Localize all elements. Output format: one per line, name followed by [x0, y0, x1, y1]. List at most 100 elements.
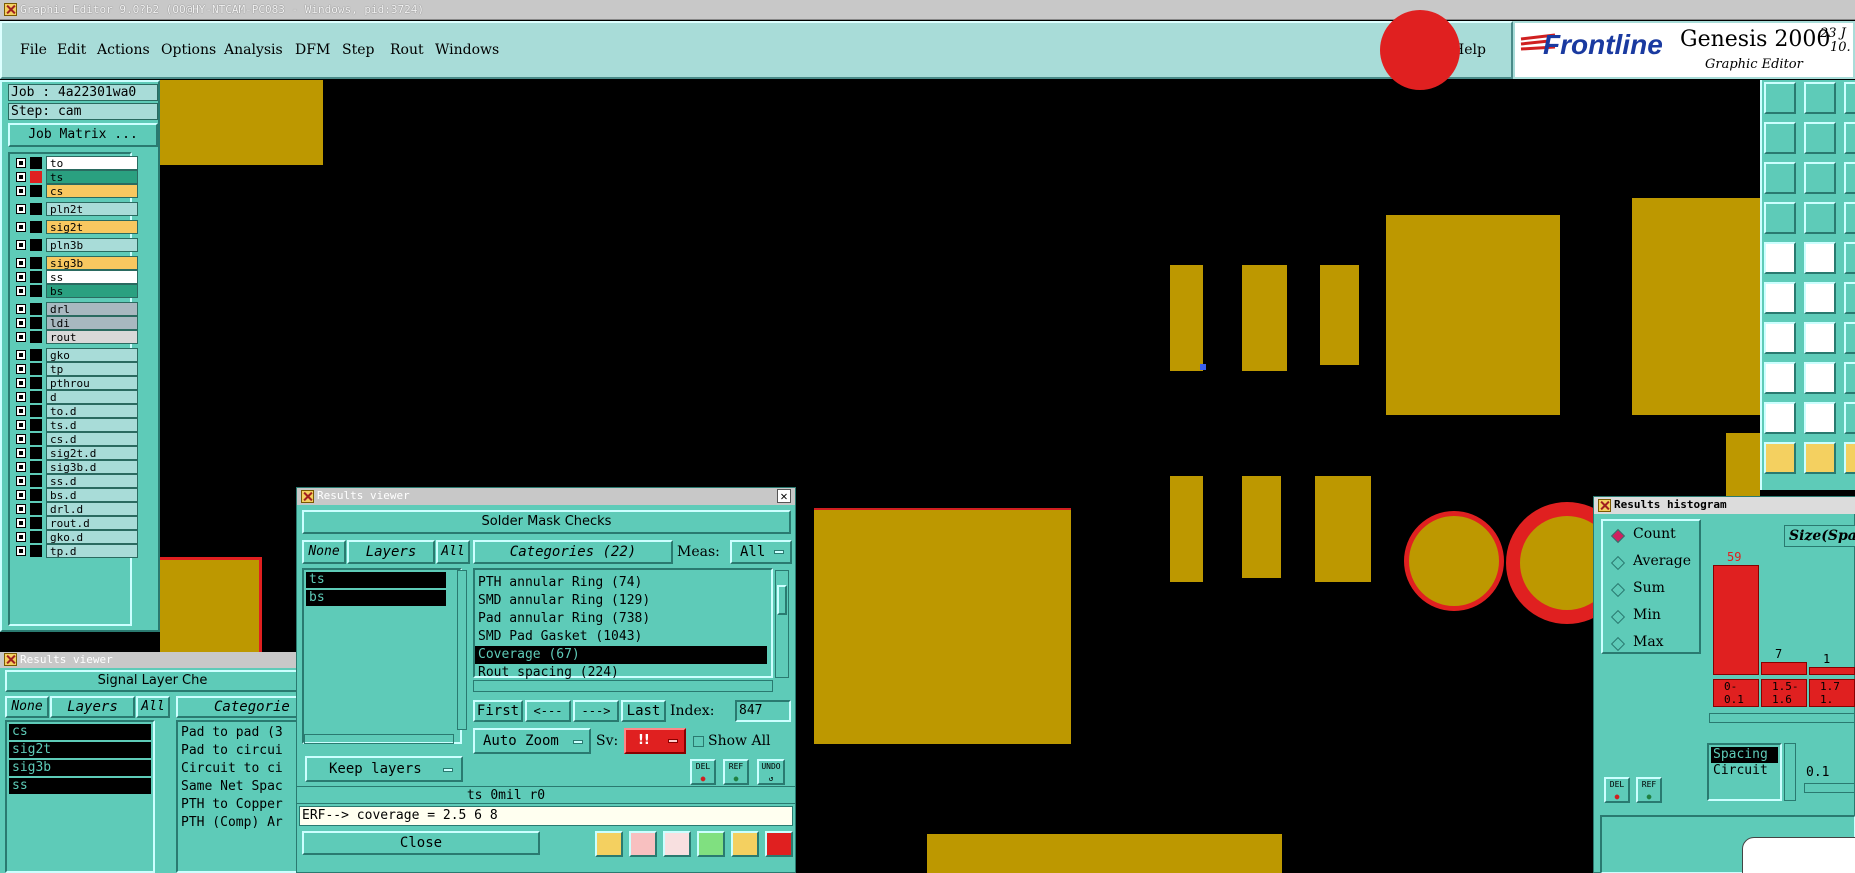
layer-name[interactable]: gko	[46, 348, 138, 362]
layer-name[interactable]: ldi	[46, 316, 138, 330]
layer-up-icon[interactable]	[1764, 82, 1796, 114]
category-list[interactable]: PTH annular Ring (74) SMD annular Ring (…	[473, 568, 773, 680]
layer-color-swatch[interactable]	[30, 475, 42, 487]
layer-name[interactable]: drl.d	[46, 502, 138, 516]
ref-button[interactable]: REF ●	[1636, 777, 1662, 803]
camera-icon[interactable]	[1764, 242, 1796, 274]
layer-color-swatch[interactable]	[30, 461, 42, 473]
layer-name[interactable]: ss.d	[46, 474, 138, 488]
histogram-icon[interactable]	[765, 831, 793, 857]
layer-down-icon[interactable]	[1804, 82, 1836, 114]
layer-row-drl[interactable]: drl	[12, 302, 138, 316]
layer-name[interactable]: tp.d	[46, 544, 138, 558]
layer-row-sig3b[interactable]: sig3b	[12, 256, 138, 270]
layer-row-sig2t[interactable]: sig2t	[12, 220, 138, 234]
radio-count[interactable]	[1610, 528, 1626, 544]
layer-name[interactable]: gko.d	[46, 530, 138, 544]
layer-color-swatch[interactable]	[30, 405, 42, 417]
layer-name[interactable]: ss	[46, 270, 138, 284]
layer-name[interactable]: to.d	[46, 404, 138, 418]
layer-row-drl-d[interactable]: drl.d	[12, 502, 138, 516]
layer-checkbox[interactable]	[16, 420, 26, 430]
layer-list-hscrollbar[interactable]	[304, 734, 454, 744]
layer-checkbox[interactable]	[16, 158, 26, 168]
list-item-selected[interactable]: Coverage (67)	[475, 646, 767, 664]
layer-color-swatch[interactable]	[30, 363, 42, 375]
list-item[interactable]: Pad to circui	[178, 742, 298, 760]
layer-row-ts[interactable]: ts	[12, 170, 138, 184]
nodes-icon[interactable]	[1764, 282, 1796, 314]
layer-color-swatch[interactable]	[30, 171, 42, 183]
layer-row-sig2t-d[interactable]: sig2t.d	[12, 446, 138, 460]
layer-checkbox[interactable]	[16, 318, 26, 328]
layer-color-swatch[interactable]	[30, 517, 42, 529]
auto-zoom-dropdown[interactable]: Auto Zoom	[473, 728, 591, 754]
move-left-icon[interactable]	[1764, 122, 1796, 154]
layer-checkbox[interactable]	[16, 378, 26, 388]
layer-color-swatch[interactable]	[30, 203, 42, 215]
layer-row-ss-d[interactable]: ss.d	[12, 474, 138, 488]
exit-icon[interactable]	[629, 831, 657, 857]
layer-color-swatch[interactable]	[30, 185, 42, 197]
radio-min[interactable]	[1610, 609, 1626, 625]
layer-list-scrollbar[interactable]	[457, 570, 467, 730]
radio-max[interactable]	[1610, 636, 1626, 652]
zoom-fit-icon[interactable]	[1764, 162, 1796, 194]
layer-name[interactable]: bs	[46, 284, 138, 298]
next-button[interactable]: --->	[573, 700, 619, 722]
tool-icon[interactable]	[1844, 82, 1855, 114]
layer-color-swatch[interactable]	[30, 377, 42, 389]
list-item[interactable]: cs	[9, 724, 151, 740]
layer-name[interactable]: sig2t.d	[46, 446, 138, 460]
scale-slider[interactable]	[1804, 783, 1855, 793]
layer-color-swatch[interactable]	[30, 303, 42, 315]
move-right-icon[interactable]	[1804, 122, 1836, 154]
list-item[interactable]: PTH (Comp) Ar	[178, 814, 298, 832]
layers-button[interactable]: Layers	[50, 696, 135, 718]
layer-color-swatch[interactable]	[30, 489, 42, 501]
triangle-outline-icon[interactable]	[1804, 402, 1836, 434]
none-button[interactable]: None	[5, 696, 49, 718]
layer-color-swatch[interactable]	[30, 503, 42, 515]
layer-row-bs[interactable]: bs	[12, 284, 138, 298]
layer-checkbox[interactable]	[16, 462, 26, 472]
list-item[interactable]: PTH to Copper	[178, 796, 298, 814]
layer-checkbox[interactable]	[16, 546, 26, 556]
categories-header[interactable]: Categorie	[176, 696, 300, 718]
layer-row-d[interactable]: d	[12, 390, 138, 404]
zoom-area-icon[interactable]	[1804, 162, 1836, 194]
list-item[interactable]: sig2t	[9, 742, 151, 758]
tool-icon[interactable]	[1844, 122, 1855, 154]
layer-results-list[interactable]: ts bs	[302, 568, 462, 744]
layer-color-swatch[interactable]	[30, 317, 42, 329]
menu-analysis[interactable]: Analysis	[224, 42, 283, 58]
layer-name[interactable]: to	[46, 156, 138, 170]
tool-icon[interactable]	[1844, 402, 1855, 434]
prev-button[interactable]: <---	[525, 700, 571, 722]
layer-checkbox[interactable]	[16, 350, 26, 360]
index-input[interactable]: 847	[735, 700, 791, 722]
layer-checkbox[interactable]	[16, 518, 26, 528]
menu-dfm[interactable]: DFM	[295, 42, 330, 58]
layer-color-swatch[interactable]	[30, 419, 42, 431]
select-arrow-icon[interactable]	[1804, 442, 1836, 474]
histogram-hscrollbar[interactable]	[1709, 713, 1855, 723]
grid-icon[interactable]	[1804, 202, 1836, 234]
category-list[interactable]: Pad to pad (3 Pad to circui Circuit to c…	[176, 720, 300, 873]
all-button[interactable]: All	[136, 696, 170, 718]
layer-color-swatch[interactable]	[30, 531, 42, 543]
undo-button[interactable]: UNDO ↺	[757, 759, 785, 785]
list-item[interactable]: Circuit to ci	[178, 760, 298, 778]
severity-dropdown[interactable]: !!	[624, 728, 686, 754]
layer-row-cs[interactable]: cs	[12, 184, 138, 198]
layer-checkbox[interactable]	[16, 448, 26, 458]
radio-average[interactable]	[1610, 555, 1626, 571]
layer-checkbox[interactable]	[16, 258, 26, 268]
layer-checkbox[interactable]	[16, 186, 26, 196]
layer-row-to-d[interactable]: to.d	[12, 404, 138, 418]
layer-color-swatch[interactable]	[30, 257, 42, 269]
layer-color-swatch[interactable]	[30, 239, 42, 251]
layer-checkbox[interactable]	[16, 272, 26, 282]
layer-checkbox[interactable]	[16, 240, 26, 250]
histogram-list-scrollbar[interactable]	[1784, 743, 1796, 801]
